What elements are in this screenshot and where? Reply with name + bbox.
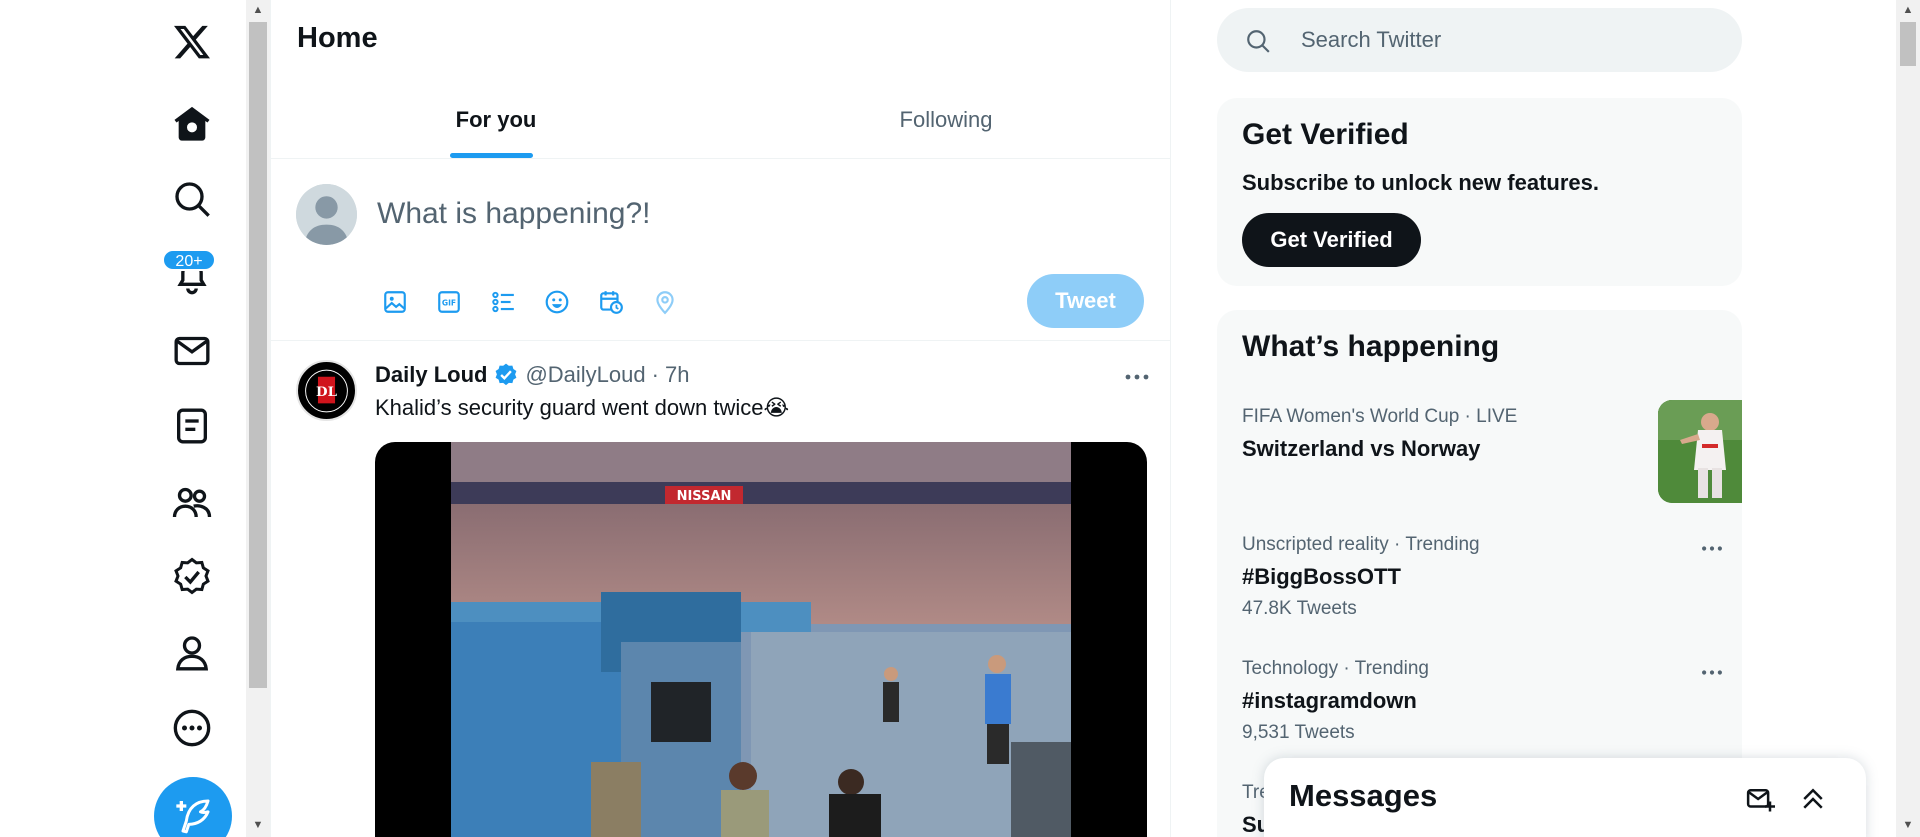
tab-following[interactable]: Following bbox=[721, 80, 1170, 159]
get-verified-button[interactable]: Get Verified bbox=[1242, 213, 1421, 267]
tweet-author-handle[interactable]: @DailyLoud bbox=[525, 362, 645, 388]
left-navigation: 20+ bbox=[0, 0, 246, 837]
search-bar[interactable] bbox=[1217, 8, 1742, 72]
composer-toolbar: GIF bbox=[377, 284, 683, 320]
trend-thumbnail-image[interactable] bbox=[1658, 400, 1742, 503]
more-options-icon[interactable] bbox=[166, 702, 218, 754]
trend-item[interactable]: Technology · Trending #instagramdown 9,5… bbox=[1217, 652, 1742, 770]
verified-icon[interactable] bbox=[166, 551, 218, 603]
tweet-button[interactable]: Tweet bbox=[1027, 274, 1144, 328]
tab-for-you[interactable]: For you bbox=[271, 80, 721, 159]
messages-mail-icon[interactable] bbox=[166, 325, 218, 377]
page-scroll-up-arrow-icon[interactable]: ▲ bbox=[1896, 0, 1920, 20]
home-icon[interactable] bbox=[166, 98, 218, 150]
right-sidebar: Get Verified Subscribe to unlock new fea… bbox=[1172, 0, 1896, 837]
compose-tweet-button[interactable] bbox=[154, 777, 232, 837]
page-title: Home bbox=[297, 22, 378, 54]
trend-name: #BiggBossOTT bbox=[1242, 564, 1401, 589]
scroll-down-arrow-icon[interactable]: ▼ bbox=[246, 815, 270, 835]
trends-card-title: What’s happening bbox=[1242, 330, 1500, 363]
trend-meta: FIFA Women's World Cup · LIVE bbox=[1242, 406, 1518, 427]
tweet-timestamp[interactable]: 7h bbox=[665, 362, 689, 388]
home-timeline: Home For you Following GIF bbox=[270, 0, 1171, 837]
emoji-icon[interactable] bbox=[539, 284, 575, 320]
tweet-post[interactable]: DL Daily Loud @DailyLoud · 7h Khalid’s s… bbox=[271, 342, 1170, 837]
avatar[interactable] bbox=[296, 184, 357, 245]
tweet-more-options-icon[interactable] bbox=[1117, 362, 1157, 392]
trend-more-options-icon[interactable] bbox=[1695, 536, 1729, 560]
trend-name: Switzerland vs Norway bbox=[1242, 436, 1481, 461]
trend-meta: Unscripted reality · Trending bbox=[1242, 534, 1480, 555]
scrollbar-thumb[interactable] bbox=[249, 22, 267, 688]
notifications-badge: 20+ bbox=[162, 249, 216, 271]
page-scrollbar[interactable]: ▲ ▼ bbox=[1896, 0, 1920, 837]
verify-card-title: Get Verified bbox=[1242, 118, 1409, 151]
trend-name: #instagramdown bbox=[1242, 688, 1417, 713]
profile-icon[interactable] bbox=[166, 627, 218, 679]
trend-meta: Technology · Trending bbox=[1242, 658, 1429, 679]
tweet-header: Daily Loud @DailyLoud · 7h bbox=[375, 362, 689, 388]
page-scrollbar-thumb[interactable] bbox=[1900, 22, 1916, 66]
messages-drawer-title: Messages bbox=[1289, 778, 1438, 813]
active-tab-indicator bbox=[450, 153, 533, 158]
tweet-author-avatar[interactable]: DL bbox=[296, 360, 357, 421]
timeline-tabs: For you Following bbox=[271, 80, 1170, 159]
scroll-up-arrow-icon[interactable]: ▲ bbox=[246, 0, 270, 20]
trend-item[interactable]: Unscripted reality · Trending #BiggBossO… bbox=[1217, 528, 1742, 646]
tweet-video[interactable]: NISSAN bbox=[375, 442, 1147, 837]
compose-input[interactable] bbox=[377, 190, 1027, 238]
separator-dot: · bbox=[651, 362, 659, 387]
communities-icon[interactable] bbox=[166, 476, 218, 528]
schedule-icon[interactable] bbox=[593, 284, 629, 320]
stadium-banner-text: NISSAN bbox=[677, 489, 732, 504]
messages-drawer[interactable]: Messages bbox=[1264, 758, 1866, 837]
image-icon[interactable] bbox=[377, 284, 413, 320]
svg-text:GIF: GIF bbox=[442, 298, 456, 307]
verify-card-subtitle: Subscribe to unlock new features. bbox=[1242, 170, 1599, 195]
expand-messages-chevron-icon[interactable] bbox=[1796, 782, 1830, 816]
search-icon bbox=[1247, 30, 1270, 53]
search-input[interactable] bbox=[1301, 20, 1721, 60]
tweet-author-name[interactable]: Daily Loud bbox=[375, 362, 487, 388]
trend-more-options-icon[interactable] bbox=[1695, 660, 1729, 684]
avatar-logo-text: DL bbox=[316, 384, 338, 399]
verified-badge-icon bbox=[496, 363, 517, 386]
feather-plus-icon bbox=[176, 799, 210, 834]
trend-tweet-count: 9,531 Tweets bbox=[1242, 722, 1355, 743]
trend-tweet-count: 47.8K Tweets bbox=[1242, 598, 1357, 619]
left-column-scrollbar[interactable]: ▲ ▼ bbox=[246, 0, 270, 837]
tweet-text: Khalid’s security guard went down twice😭 bbox=[375, 395, 790, 420]
lists-icon[interactable] bbox=[166, 400, 218, 452]
location-icon[interactable] bbox=[647, 284, 683, 320]
gif-icon[interactable]: GIF bbox=[431, 284, 467, 320]
x-logo-icon[interactable] bbox=[166, 16, 218, 68]
video-frame: NISSAN bbox=[451, 442, 1071, 837]
get-verified-card: Get Verified Subscribe to unlock new fea… bbox=[1217, 98, 1742, 286]
page-scroll-down-arrow-icon[interactable]: ▼ bbox=[1896, 815, 1920, 835]
new-message-icon[interactable] bbox=[1743, 782, 1777, 816]
poll-icon[interactable] bbox=[485, 284, 521, 320]
tweet-composer: GIF Tweet bbox=[271, 160, 1170, 341]
explore-search-icon[interactable] bbox=[166, 173, 218, 225]
